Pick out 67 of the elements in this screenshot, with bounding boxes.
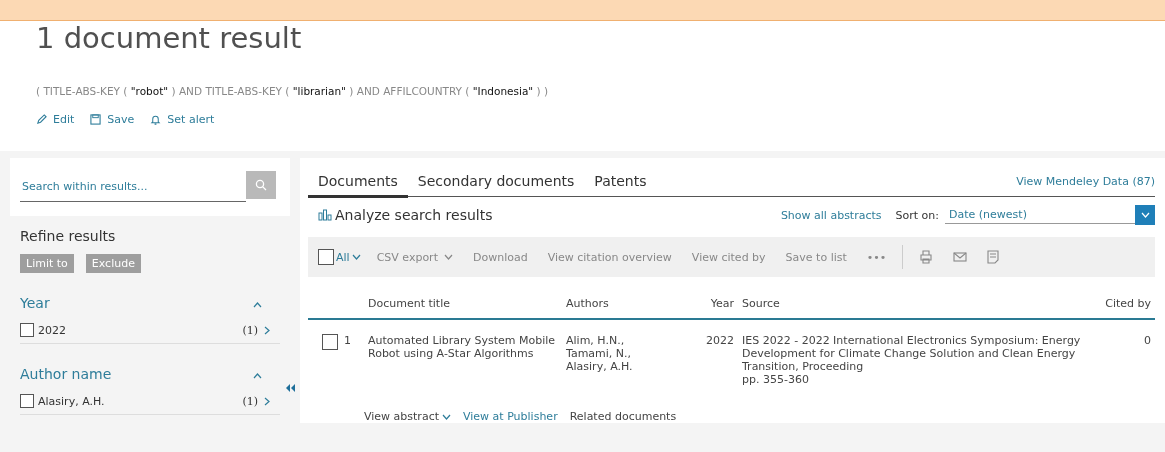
refine-heading: Refine results <box>20 228 117 244</box>
search-box[interactable]: Search within results... <box>10 158 290 216</box>
row-checkbox[interactable] <box>322 334 338 350</box>
toolbar-action[interactable]: View citation overview <box>547 250 672 264</box>
dropdown-toggle-button[interactable] <box>1135 205 1155 225</box>
search-within-field[interactable]: Search within results... <box>20 172 246 202</box>
collapse-arrows-icon[interactable] <box>286 384 295 392</box>
facet-count: (1) <box>242 323 258 337</box>
facet-option: Alasiry, A.H. <box>38 394 243 408</box>
column-header: Cited by <box>1091 289 1155 319</box>
envelope-icon[interactable] <box>953 251 968 263</box>
cited-by-cell: 0 <box>1091 319 1155 390</box>
bar-chart-icon <box>318 209 332 221</box>
facet-heading: Author name <box>20 366 112 382</box>
refine-button[interactable]: Limit to <box>20 254 74 273</box>
document-link[interactable]: View at Publisher <box>463 410 558 423</box>
column-header: Document title <box>364 289 562 319</box>
sort-label: Sort on: <box>895 208 939 222</box>
collapse-chevron-icon <box>253 302 262 308</box>
sort-dropdown[interactable]: Date (newest) <box>945 206 1135 224</box>
toolbar-action[interactable]: CSV export <box>376 250 453 264</box>
document-link[interactable]: Related documents <box>569 410 677 423</box>
search-query: ( TITLE-ABS-KEY ( "robot" ) AND TITLE-ABS-KEY ( "librarian" ) AND AFFILCOUNTRY ( "Indonesia" ) ) <box>36 85 550 97</box>
chevron-down-icon <box>1140 212 1150 218</box>
abstract-toggle[interactable]: View abstract <box>364 410 451 423</box>
chevron-icon <box>351 254 361 260</box>
mendeley-link[interactable]: View Mendeley Data (87) <box>1016 175 1155 196</box>
printer-icon[interactable] <box>919 250 934 264</box>
collapse-chevron-icon <box>253 373 262 379</box>
column-header: Source <box>738 289 1091 319</box>
facet-count: (1) <box>242 394 258 408</box>
row-number: 1 <box>344 334 351 349</box>
document-icon[interactable] <box>987 250 1000 264</box>
facet-heading: Year <box>20 295 50 311</box>
author-name[interactable]: Alasiry, A.H. <box>566 360 686 373</box>
chevron-right-icon[interactable] <box>264 396 270 406</box>
bell-icon <box>150 113 162 126</box>
tab[interactable]: Secondary documents <box>407 173 585 198</box>
checkbox[interactable] <box>20 394 34 408</box>
search-icon <box>255 179 267 191</box>
more-button[interactable]: ••• <box>866 250 887 264</box>
tab[interactable]: Documents <box>308 173 408 198</box>
refine-button[interactable]: Exclude <box>85 254 141 273</box>
facet-option: 2022 <box>38 323 243 337</box>
analyze-button[interactable]: Analyze search results <box>318 207 493 223</box>
toolbar-action[interactable]: View cited by <box>691 250 766 264</box>
column-header: Year <box>690 289 738 319</box>
save-query-button[interactable]: Save <box>90 113 135 126</box>
author-name[interactable]: Alim, H.N., <box>566 334 686 347</box>
select-all-control[interactable]: All <box>318 249 361 265</box>
show-abstracts-link[interactable]: Show all abstracts <box>780 208 882 222</box>
page-title: 1 document result <box>36 21 303 55</box>
toolbar-action[interactable]: Download <box>472 250 528 264</box>
author-name[interactable]: Tamami, N., <box>566 347 686 360</box>
year-cell: 2022 <box>690 319 738 390</box>
toolbar-action[interactable]: Save to list <box>785 250 847 264</box>
chevron-right-icon[interactable] <box>264 325 270 335</box>
pencil-icon <box>36 114 47 125</box>
checkbox[interactable] <box>20 323 34 337</box>
tab[interactable]: Patents <box>584 173 657 198</box>
chevron-icon <box>442 413 451 420</box>
alert-query-button[interactable]: Set alert <box>150 113 215 126</box>
column-header: Authors <box>562 289 690 319</box>
page-range: pp. 355-360 <box>742 373 809 386</box>
edit-query-button[interactable]: Edit <box>36 113 75 126</box>
chevron-icon <box>443 254 453 260</box>
document-title[interactable]: Automated Library System Mobile Robot using A-Star Algorithms <box>368 334 558 360</box>
